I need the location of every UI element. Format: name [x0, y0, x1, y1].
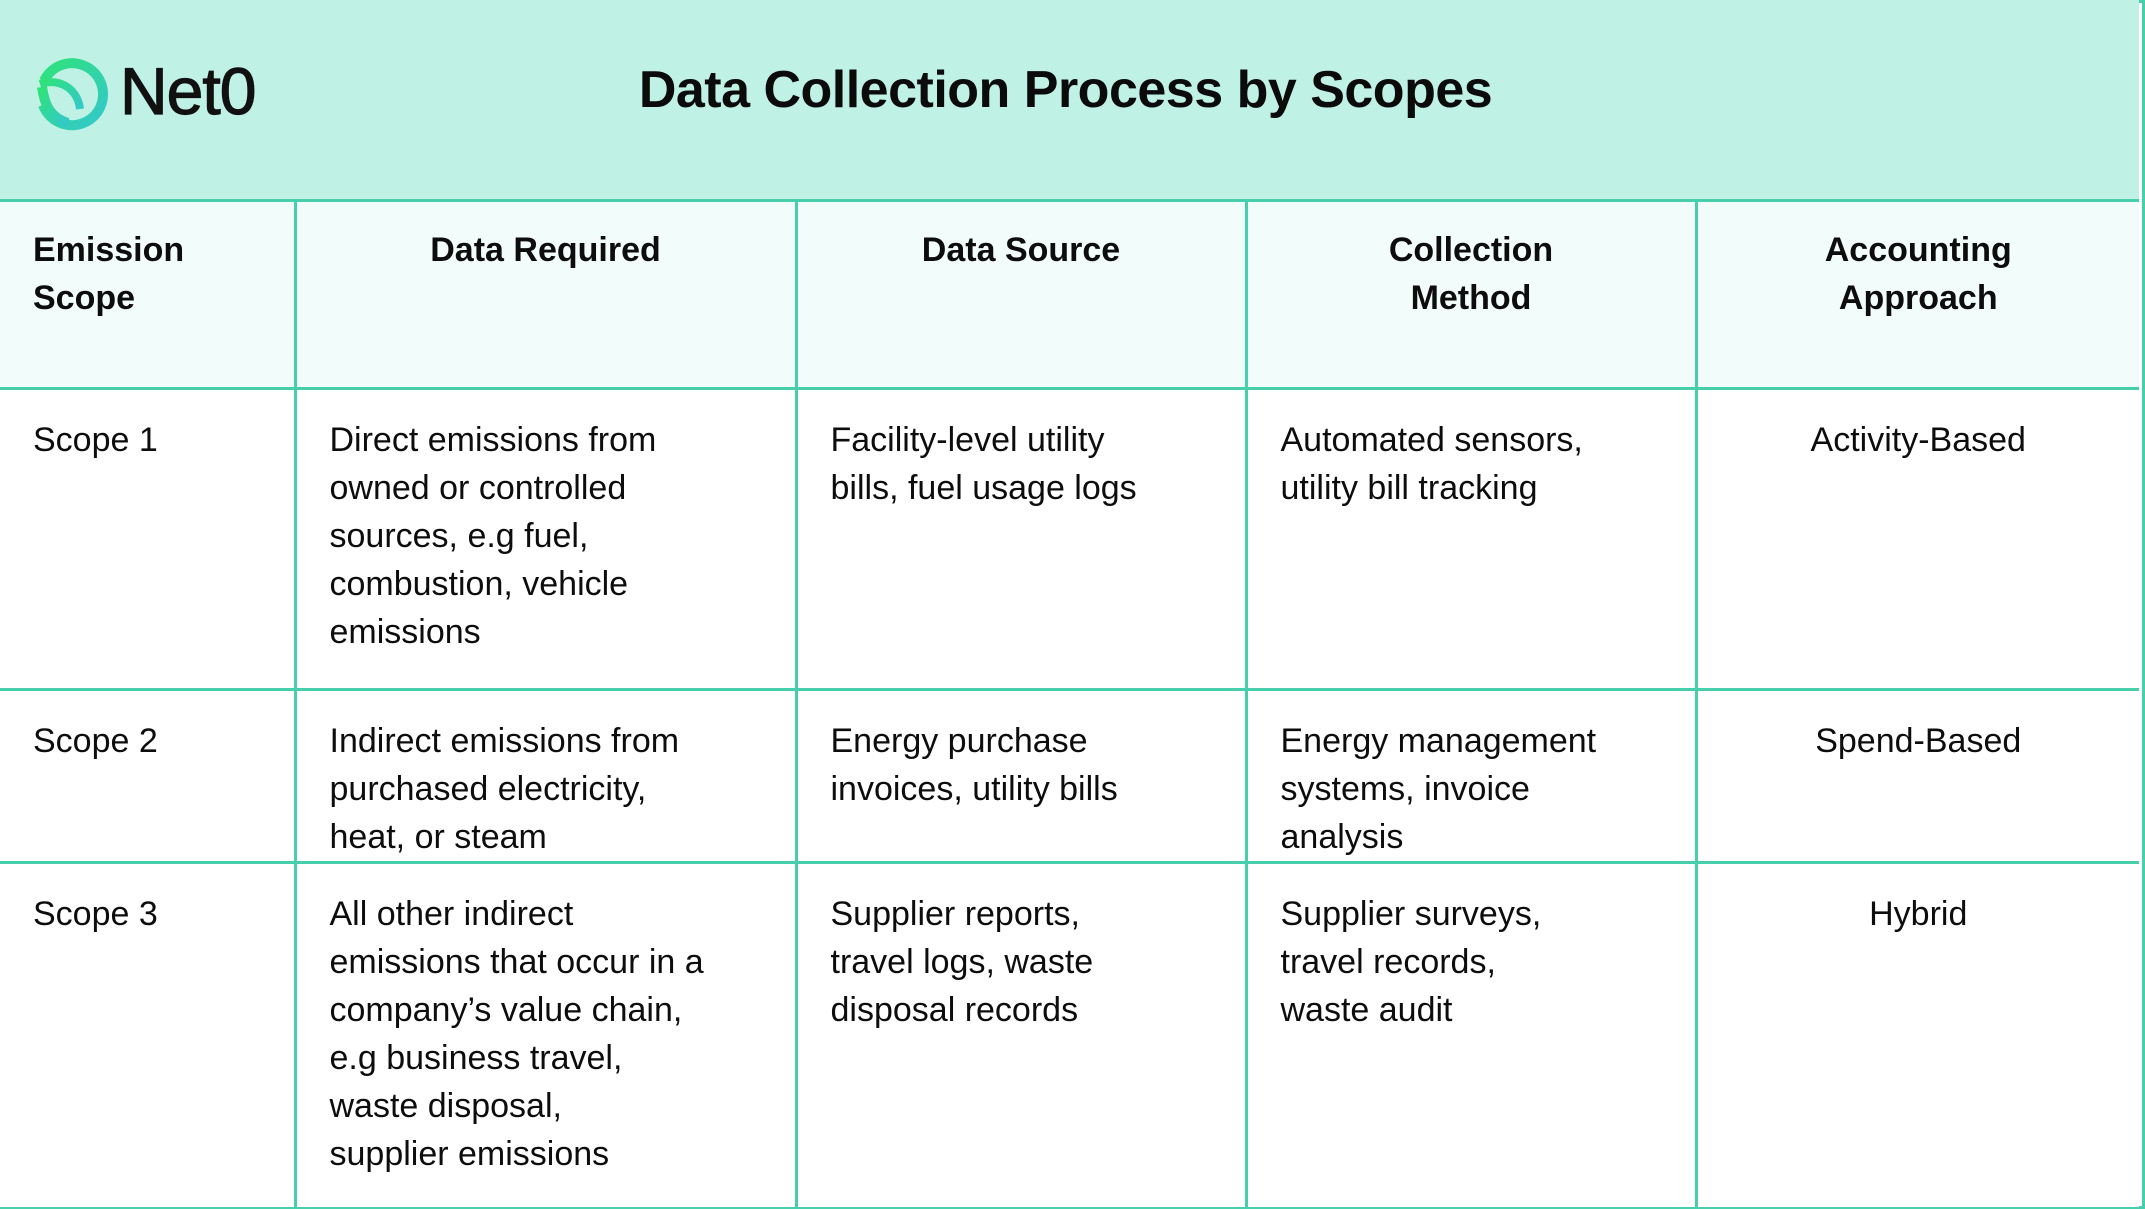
cell-data-source: Energy purchase invoices, utility bills [794, 687, 1248, 864]
cell-data-required: Direct emissions from owned or controlle… [293, 386, 798, 691]
table-row: Scope 2 Indirect emissions from purchase… [0, 687, 2139, 864]
cell-data-source: Facility-level utility bills, fuel usage… [794, 386, 1248, 691]
cell-collection-method: Automated sensors, utility bill tracking [1244, 386, 1698, 691]
table-row: Scope 1 Direct emissions from owned or c… [0, 386, 2139, 691]
cell-scope: Scope 1 [0, 386, 297, 691]
cell-accounting-approach: Spend-Based [1694, 687, 2139, 864]
header-banner: Net0 Data Collection Process by Scopes [0, 0, 2139, 202]
cell-scope: Scope 3 [0, 860, 297, 1207]
cell-data-required: Indirect emissions from purchased electr… [293, 687, 798, 864]
cell-accounting-approach: Hybrid [1694, 860, 2139, 1207]
cell-collection-method: Supplier surveys, travel records, waste … [1244, 860, 1698, 1207]
cell-collection-method: Energy management systems, invoice analy… [1244, 687, 1698, 864]
column-header-accounting-approach: Accounting Approach [1694, 202, 2139, 390]
column-header-data-source: Data Source [794, 202, 1248, 390]
cell-data-source: Supplier reports, travel logs, waste dis… [794, 860, 1248, 1207]
cell-scope: Scope 2 [0, 687, 297, 864]
table-row: Scope 3 All other indirect emissions tha… [0, 860, 2139, 1207]
table-header-row: Emission Scope Data Required Data Source… [0, 202, 2139, 390]
column-header-data-required: Data Required [293, 202, 798, 390]
page-title: Data Collection Process by Scopes [0, 60, 2139, 120]
page-title-text: Data Collection Process by Scopes [638, 61, 1493, 119]
column-header-collection-method: Collection Method [1244, 202, 1698, 390]
scopes-table: Emission Scope Data Required Data Source… [0, 202, 2139, 1207]
column-header-emission-scope: Emission Scope [0, 202, 297, 390]
cell-accounting-approach: Activity-Based [1694, 386, 2139, 691]
cell-data-required: All other indirect emissions that occur … [293, 860, 798, 1207]
